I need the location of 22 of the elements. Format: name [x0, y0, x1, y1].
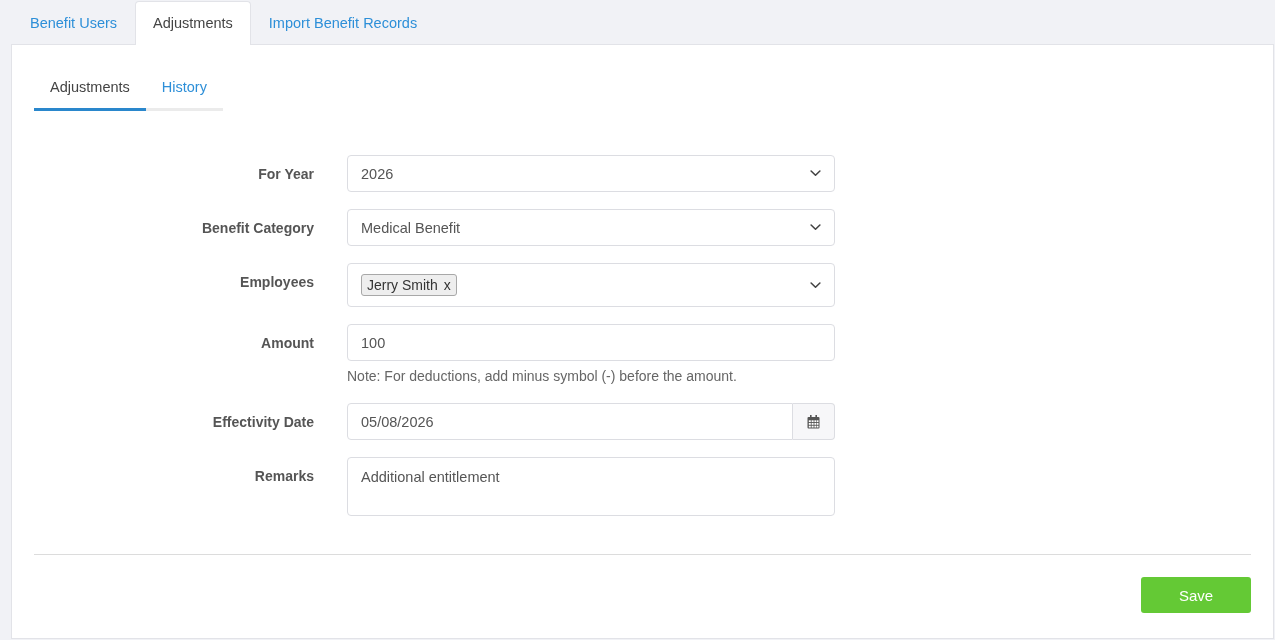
textarea-field[interactable]: Additional entitlement: [347, 457, 835, 516]
date-field[interactable]: 05/08/2026: [347, 403, 793, 440]
field-label: Remarks: [254, 467, 314, 486]
field-label: Amount: [261, 334, 314, 353]
field-label: Effectivity Date: [212, 413, 314, 432]
tab[interactable]: Adjustments: [135, 1, 251, 45]
calendar-button[interactable]: [793, 403, 835, 440]
field-label: Employees: [240, 273, 314, 292]
field-label: For Year: [258, 165, 314, 184]
remove-button[interactable]: x: [443, 276, 451, 294]
chevron-down-icon: [810, 224, 821, 231]
chip-label: Jerry Smith: [367, 276, 438, 294]
field-note: Note: For deductions, add minus symbol (-) before the amount.: [347, 367, 738, 386]
chevron-down-icon: [810, 281, 821, 289]
calendar-icon: [807, 414, 820, 429]
text-field[interactable]: 100: [347, 324, 835, 361]
field-label: Benefit Category: [201, 219, 314, 238]
multi-select-field[interactable]: Jerry Smith x: [347, 263, 835, 307]
select-field[interactable]: 2026: [347, 155, 835, 192]
chevron-down-icon: [810, 170, 821, 177]
sub-tab[interactable]: Adjustments: [34, 67, 146, 111]
select-field[interactable]: Medical Benefit: [347, 209, 835, 246]
